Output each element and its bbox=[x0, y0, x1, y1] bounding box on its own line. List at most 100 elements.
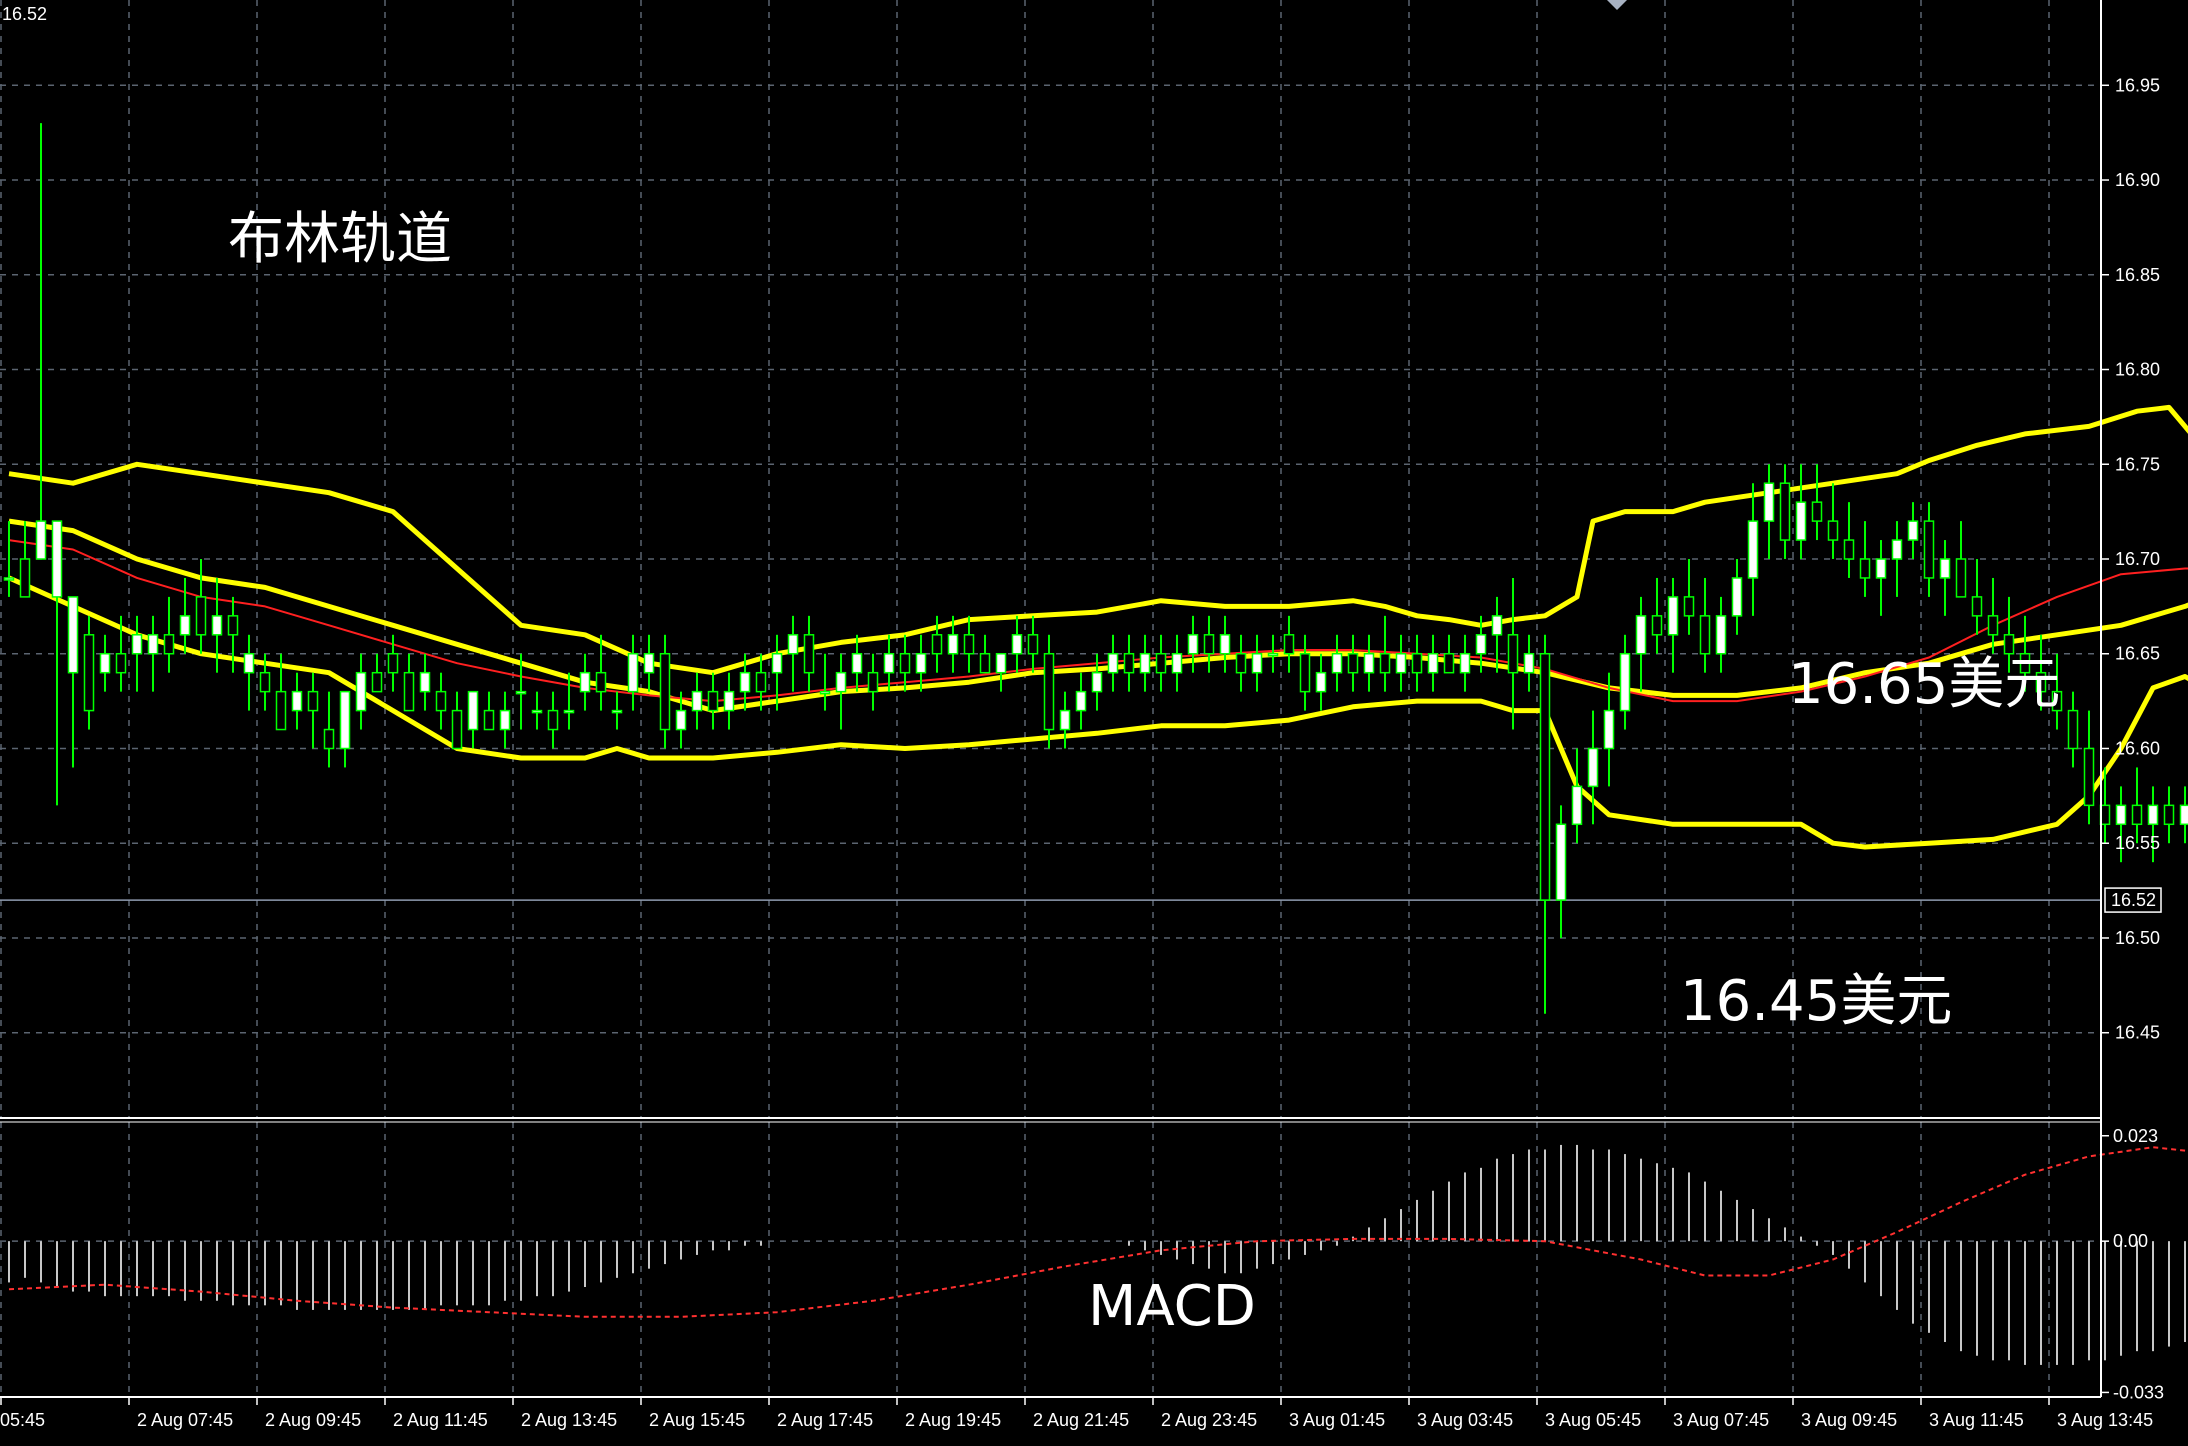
price-tick-label: 16.60 bbox=[2115, 738, 2160, 758]
candle-body bbox=[1267, 652, 1279, 657]
candle-body bbox=[275, 690, 287, 731]
candle-body bbox=[1667, 596, 1679, 636]
candle-body bbox=[1619, 652, 1631, 712]
candle-body bbox=[915, 652, 927, 674]
candle-body bbox=[179, 615, 191, 636]
candle-body bbox=[755, 671, 767, 693]
macd-label: MACD bbox=[1088, 1274, 1256, 1339]
price-tick-label: 16.80 bbox=[2115, 360, 2160, 380]
candle-body bbox=[1363, 652, 1375, 674]
candle-body bbox=[1987, 615, 1999, 636]
candle-body bbox=[1395, 652, 1407, 674]
candle-body bbox=[1139, 652, 1151, 674]
candle-body bbox=[355, 671, 367, 712]
candle-body bbox=[835, 671, 847, 693]
candle-body bbox=[515, 690, 527, 695]
candle-body bbox=[83, 634, 95, 712]
candle-body bbox=[1507, 634, 1519, 674]
candle-body bbox=[1459, 652, 1471, 674]
candle-body bbox=[563, 709, 575, 714]
chart-title: 布林轨道 bbox=[228, 207, 452, 272]
candle-body bbox=[1347, 652, 1359, 674]
candle-body bbox=[1523, 652, 1535, 674]
candle-body bbox=[723, 690, 735, 712]
candle-body bbox=[1747, 520, 1759, 579]
macd-tick-label: -0.033 bbox=[2113, 1382, 2164, 1402]
candle-body bbox=[1939, 558, 1951, 579]
candle-body bbox=[1651, 615, 1663, 636]
candle-body bbox=[307, 690, 319, 712]
candle-body bbox=[2083, 747, 2095, 807]
candle-body bbox=[739, 671, 751, 693]
candle-body bbox=[579, 671, 591, 693]
candle-body bbox=[1811, 501, 1823, 522]
time-tick-label: 2 Aug 07:45 bbox=[137, 1410, 233, 1430]
candle-body bbox=[883, 652, 895, 674]
candle-body bbox=[2131, 804, 2143, 826]
candle-body bbox=[707, 690, 719, 712]
candle-body bbox=[595, 671, 607, 693]
candle-body bbox=[51, 520, 63, 598]
macd-tick-label: 0.00 bbox=[2113, 1231, 2148, 1251]
price-tick-label: 16.50 bbox=[2115, 928, 2160, 948]
candle-body bbox=[1763, 482, 1775, 522]
trading-chart: 16.95 16.90 16.85 16.80 16.75 16.70 16.65 16.60… bbox=[0, 0, 2188, 1446]
candle-body bbox=[1603, 709, 1615, 750]
candle-body bbox=[1859, 558, 1871, 579]
candle-body bbox=[1027, 634, 1039, 655]
time-tick-label: 3 Aug 01:45 bbox=[1289, 1410, 1385, 1430]
candle-body bbox=[1795, 501, 1807, 541]
time-tick-label: 3 Aug 03:45 bbox=[1417, 1410, 1513, 1430]
candle-body bbox=[243, 652, 255, 674]
candle-body bbox=[1683, 596, 1695, 617]
candle-body bbox=[499, 709, 511, 731]
candle-body bbox=[1699, 615, 1711, 655]
candle-body bbox=[259, 671, 271, 693]
candle-body bbox=[131, 634, 143, 655]
candle-body bbox=[1955, 558, 1967, 598]
candle-body bbox=[1971, 596, 1983, 617]
time-tick-label: 3 Aug 07:45 bbox=[1673, 1410, 1769, 1430]
candle-body bbox=[1923, 520, 1935, 579]
candle-body bbox=[1379, 652, 1391, 674]
candle-body bbox=[1219, 634, 1231, 655]
candle-body bbox=[531, 709, 543, 714]
candle-body bbox=[1539, 652, 1551, 901]
candle-body bbox=[451, 709, 463, 750]
candle-body bbox=[1891, 539, 1903, 560]
candle-body bbox=[2163, 804, 2175, 826]
candle-body bbox=[419, 671, 431, 693]
candle-body bbox=[1235, 652, 1247, 674]
candle-body bbox=[931, 634, 943, 655]
price-tick-label: 16.90 bbox=[2115, 170, 2160, 190]
time-tick-label: 2 Aug 13:45 bbox=[521, 1410, 617, 1430]
candle-body bbox=[995, 652, 1007, 674]
price-tick-label: 16.85 bbox=[2115, 265, 2160, 285]
candle-body bbox=[1587, 747, 1599, 788]
candle-body bbox=[979, 652, 991, 674]
candle-body bbox=[1491, 615, 1503, 636]
time-tick-label: 2 Aug 19:45 bbox=[905, 1410, 1001, 1430]
candle-body bbox=[483, 709, 495, 731]
candle-body bbox=[2179, 804, 2188, 826]
candle-body bbox=[147, 634, 159, 655]
annotation-lower: 16.45美元 bbox=[1680, 969, 1952, 1034]
candle-body bbox=[867, 671, 879, 693]
candle-body bbox=[691, 690, 703, 712]
candle-body bbox=[1779, 482, 1791, 541]
candle-body bbox=[1731, 577, 1743, 617]
candle-body bbox=[675, 709, 687, 731]
candle-body bbox=[899, 652, 911, 674]
candle-body bbox=[1571, 785, 1583, 826]
candle-body bbox=[1843, 539, 1855, 560]
candle-body bbox=[195, 596, 207, 636]
price-tick-label: 16.70 bbox=[2115, 549, 2160, 569]
candle-body bbox=[963, 634, 975, 655]
candle-body bbox=[547, 709, 559, 731]
candle-body bbox=[339, 690, 351, 750]
time-tick-label: 2 Aug 21:45 bbox=[1033, 1410, 1129, 1430]
candle-body bbox=[819, 690, 831, 695]
top-left-price: 16.52 bbox=[2, 4, 47, 24]
price-tick-label: 16.65 bbox=[2115, 644, 2160, 664]
candle-body bbox=[1091, 671, 1103, 693]
